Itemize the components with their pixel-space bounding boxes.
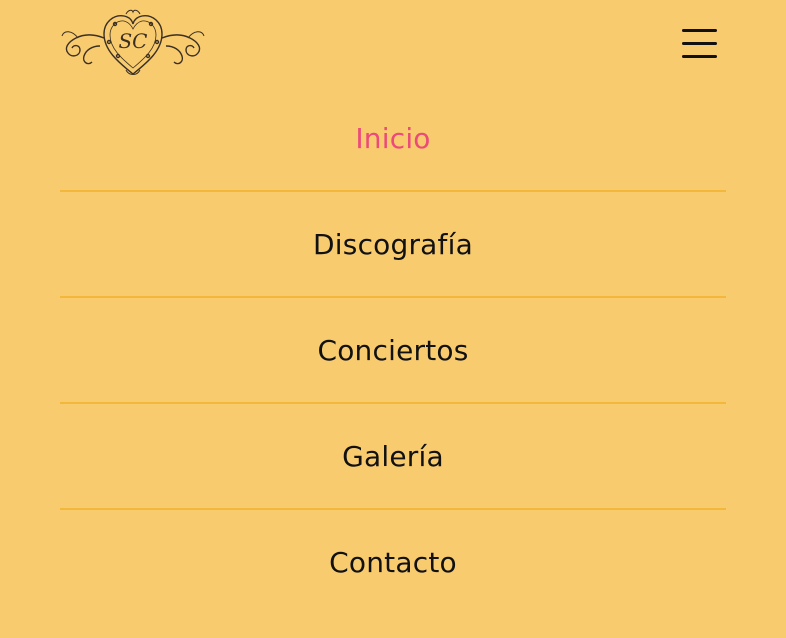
nav-item-label: Contacto bbox=[329, 545, 457, 579]
hamburger-menu-icon-line bbox=[682, 29, 717, 32]
nav-item-discografia[interactable]: Discografía bbox=[60, 192, 726, 298]
nav-item-contacto[interactable]: Contacto bbox=[60, 510, 726, 614]
nav-item-label: Inicio bbox=[355, 121, 431, 155]
nav-item-label: Conciertos bbox=[317, 333, 469, 367]
hamburger-menu-button[interactable] bbox=[680, 27, 720, 61]
nav-item-inicio[interactable]: Inicio bbox=[60, 86, 726, 192]
hamburger-menu-icon-line bbox=[682, 55, 717, 58]
nav-item-galeria[interactable]: Galería bbox=[60, 404, 726, 510]
heart-monogram-logo-icon: SC bbox=[61, 9, 205, 75]
hamburger-menu-icon-line bbox=[682, 42, 717, 45]
logo-monogram-text: SC bbox=[118, 29, 147, 53]
nav-item-label: Discografía bbox=[313, 227, 473, 261]
nav-item-label: Galería bbox=[342, 439, 444, 473]
logo[interactable]: SC bbox=[60, 8, 206, 80]
nav-item-conciertos[interactable]: Conciertos bbox=[60, 298, 726, 404]
main-navigation: Inicio Discografía Conciertos Galería Co… bbox=[60, 86, 726, 614]
